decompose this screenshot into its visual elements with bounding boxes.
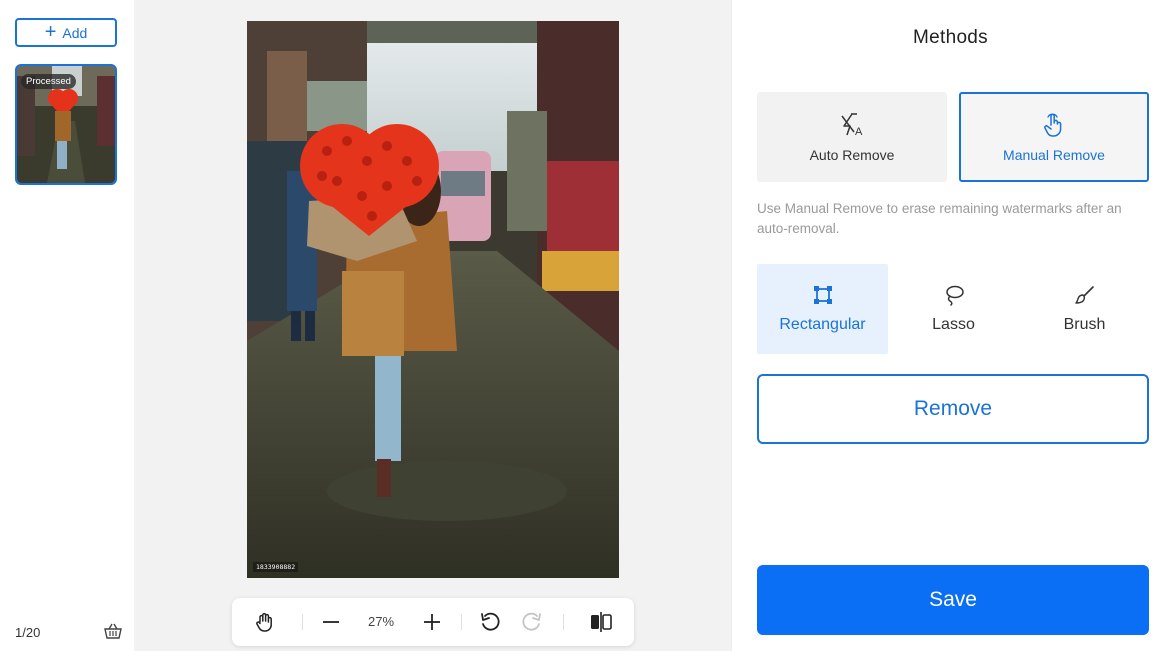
auto-remove-label: Auto Remove [809, 147, 895, 163]
watermark-text: 1833908882 [253, 562, 299, 572]
rectangle-select-icon [813, 286, 832, 304]
add-label: Add [62, 24, 88, 41]
compare-button[interactable] [589, 610, 613, 634]
manual-remove-option[interactable]: Manual Remove [959, 92, 1149, 182]
methods-panel: Methods A Auto Remove Manual Remove Use … [731, 0, 1168, 651]
hand-icon [256, 612, 272, 632]
zoom-in-button[interactable] [420, 610, 444, 634]
plus-icon [424, 614, 440, 630]
hand-pointer-icon [1044, 113, 1062, 137]
brush-tool[interactable]: Brush [1019, 264, 1150, 354]
photo-illustration [247, 21, 619, 578]
method-hint-text: Use Manual Remove to erase remaining wat… [757, 201, 1122, 236]
lasso-label: Lasso [932, 316, 975, 333]
panel-title: Methods [913, 27, 988, 48]
canvas-toolbar: 27% [232, 598, 634, 646]
image-counter: 1/20 [15, 625, 41, 640]
lasso-tool[interactable]: Lasso [888, 264, 1019, 354]
image-thumbnail[interactable]: Processed [15, 64, 117, 185]
auto-remove-icon: A [841, 113, 863, 138]
rectangular-label: Rectangular [779, 316, 866, 333]
plus-icon: + [44, 20, 57, 43]
manual-remove-label: Manual Remove [1003, 147, 1105, 163]
clear-basket-icon[interactable] [104, 623, 122, 639]
svg-text:A: A [855, 126, 863, 138]
brush-label: Brush [1063, 316, 1106, 333]
brush-icon [1074, 286, 1094, 304]
image-list-sidebar: + Add Processed 1/20 [0, 0, 134, 651]
rectangular-tool[interactable]: Rectangular [757, 264, 888, 354]
lasso-icon [945, 285, 964, 306]
redo-icon [522, 612, 541, 631]
zoom-out-button[interactable] [319, 610, 343, 634]
add-image-button[interactable]: + Add [15, 18, 117, 47]
save-button[interactable]: Save [757, 565, 1149, 635]
undo-icon [481, 612, 500, 631]
minus-icon [323, 621, 339, 623]
processed-badge: Processed [21, 74, 76, 89]
pan-hand-button[interactable] [253, 610, 277, 634]
compare-icon [591, 612, 612, 632]
zoom-level: 27% [367, 614, 395, 629]
watermark-remover-app: + Add Processed 1/20 1833908882 27% Meth… [0, 0, 1168, 651]
editor-canvas: 1833908882 27% [134, 0, 731, 651]
undo-button[interactable] [478, 610, 502, 634]
toolbar-divider [461, 614, 462, 630]
toolbar-divider [302, 614, 303, 630]
auto-remove-option[interactable]: A Auto Remove [757, 92, 947, 182]
remove-button[interactable]: Remove [757, 374, 1149, 444]
toolbar-divider [563, 614, 564, 630]
redo-button[interactable] [520, 610, 544, 634]
edited-photo[interactable]: 1833908882 [247, 21, 619, 578]
